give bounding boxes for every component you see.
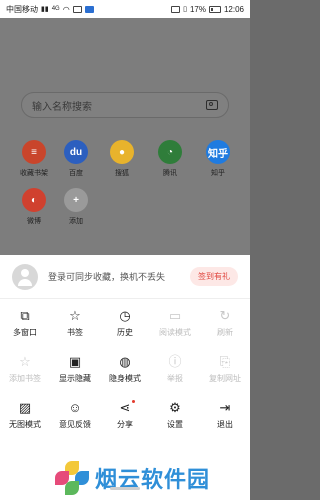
settings-icon: ⚙ — [169, 400, 181, 415]
menu-item[interactable]: ⧉ 多窗口 — [0, 308, 50, 338]
share-icon: ⋖ — [119, 400, 131, 415]
menu-item[interactable]: ⚙ 设置 — [150, 400, 200, 430]
menu-item[interactable]: ◍ 隐身模式 — [100, 354, 150, 384]
vibrate-icon: ▯ — [183, 6, 187, 13]
shortcut-icon: du — [64, 140, 88, 164]
watermark-flower-icon — [55, 461, 89, 495]
shortcut-icon: ◔ — [158, 140, 182, 164]
shortcut-item[interactable]: ◐ 微博 — [14, 188, 54, 226]
menu-item-label: 添加书签 — [9, 374, 41, 383]
menu-item-label: 多窗口 — [13, 328, 37, 337]
battery-icon — [208, 5, 221, 13]
share-badge-dot — [132, 400, 135, 403]
shortcut-icon: ≡ — [22, 140, 46, 164]
add-bookmark-icon: ☆ — [19, 354, 31, 369]
carrier-name: 中国移动 — [6, 4, 38, 14]
login-row[interactable]: 登录可同步收藏，换机不丢失 签到有礼 — [0, 255, 250, 299]
menu-item: ⎘ 复制网址 — [200, 354, 250, 384]
home-indicator[interactable] — [110, 487, 140, 490]
battery-percent: 17% — [189, 4, 206, 14]
shortcut-item[interactable]: 知乎 知乎 — [198, 140, 238, 178]
history-icon: ◷ — [119, 308, 131, 323]
shortcut-item[interactable]: ≡ 收藏书架 — [14, 140, 54, 178]
menu-item-label: 阅读模式 — [159, 328, 191, 337]
watermark-logo: 烟云软件园 — [55, 458, 255, 498]
menu-item[interactable]: ▨ 无图模式 — [0, 400, 50, 430]
status-bar: 中国移动 ▮▮ 4G ◠ ▯ 17% 12:06 — [0, 0, 250, 18]
menu-item-label: 设置 — [167, 420, 183, 429]
menu-item[interactable]: ▣ 显示隐藏 — [50, 354, 100, 384]
shortcut-icon: 知乎 — [206, 140, 230, 164]
shortcut-label: 收藏书架 — [20, 170, 48, 177]
sign-in-reward-button[interactable]: 签到有礼 — [190, 267, 238, 286]
shortcut-label: 搜狐 — [115, 170, 129, 177]
menu-item: ↻ 刷新 — [200, 308, 250, 338]
login-prompt[interactable]: 登录可同步收藏，换机不丢失 — [48, 270, 190, 283]
menu-item[interactable]: ☺ 意见反馈 — [50, 400, 100, 430]
menu-item[interactable]: ⇥ 退出 — [200, 400, 250, 430]
notification-icon — [84, 5, 94, 13]
exit-icon: ⇥ — [219, 400, 231, 415]
no-image-icon: ▨ — [18, 400, 32, 415]
message-icon — [72, 5, 82, 13]
feedback-icon: ☺ — [68, 400, 82, 415]
shortcut-icon: + — [64, 188, 88, 212]
incognito-icon: ◍ — [119, 354, 131, 369]
shortcut-label: 腾讯 — [163, 170, 177, 177]
menu-item-label: 无图模式 — [9, 420, 41, 429]
reading-mode-icon: ▭ — [168, 308, 182, 323]
shortcut-item[interactable]: + 添加 — [56, 188, 96, 226]
refresh-icon: ↻ — [219, 308, 231, 323]
menu-item: ▭ 阅读模式 — [150, 308, 200, 338]
network-type: 4G — [51, 6, 60, 12]
status-left: 中国移动 ▮▮ 4G ◠ — [6, 4, 94, 15]
camera-icon[interactable] — [206, 100, 218, 110]
shortcut-icon: ● — [110, 140, 134, 164]
shortcut-label: 知乎 — [211, 170, 225, 177]
avatar[interactable] — [12, 263, 38, 290]
signal-icon: ▮▮ — [41, 6, 49, 13]
menu-item-label: 显示隐藏 — [59, 374, 91, 383]
menu-item[interactable]: ☆ 书签 — [50, 308, 100, 338]
menu-item-label: 历史 — [117, 328, 133, 337]
menu-item-label: 刷新 — [217, 328, 233, 337]
wifi-icon: ◠ — [62, 4, 70, 14]
menu-item-label: 意见反馈 — [59, 420, 91, 429]
menu-item: ⓘ 举报 — [150, 354, 200, 384]
clock: 12:06 — [223, 4, 244, 14]
shortcut-icon: ◐ — [22, 188, 46, 212]
search-bar[interactable]: 输入名称搜索 — [21, 92, 229, 118]
menu-item-label: 举报 — [167, 374, 183, 383]
menu-item[interactable]: ⋖ 分享 — [100, 400, 150, 430]
menu-item-label: 隐身模式 — [109, 374, 141, 383]
show-hidden-icon: ▣ — [68, 354, 82, 369]
shortcut-label: 微博 — [27, 218, 41, 225]
shortcut-label: 添加 — [69, 218, 83, 225]
report-icon: ⓘ — [168, 354, 182, 369]
multi-window-icon: ⧉ — [20, 308, 30, 323]
hd-icon — [171, 5, 181, 13]
menu-item-label: 分享 — [117, 420, 133, 429]
shortcut-item[interactable]: ◔ 腾讯 — [150, 140, 190, 178]
menu-item-label: 书签 — [67, 328, 83, 337]
menu-item: ☆ 添加书签 — [0, 354, 50, 384]
menu-item[interactable]: ◷ 历史 — [100, 308, 150, 338]
shortcut-item[interactable]: du 百度 — [56, 140, 96, 178]
shortcut-label: 百度 — [69, 170, 83, 177]
search-input[interactable]: 输入名称搜索 — [32, 98, 92, 113]
menu-item-label: 退出 — [217, 420, 233, 429]
status-right: ▯ 17% 12:06 — [171, 5, 244, 14]
bookmark-icon: ☆ — [69, 308, 81, 323]
shortcut-item[interactable]: ● 搜狐 — [102, 140, 142, 178]
copy-url-icon: ⎘ — [219, 354, 231, 369]
menu-item-label: 复制网址 — [209, 374, 241, 383]
